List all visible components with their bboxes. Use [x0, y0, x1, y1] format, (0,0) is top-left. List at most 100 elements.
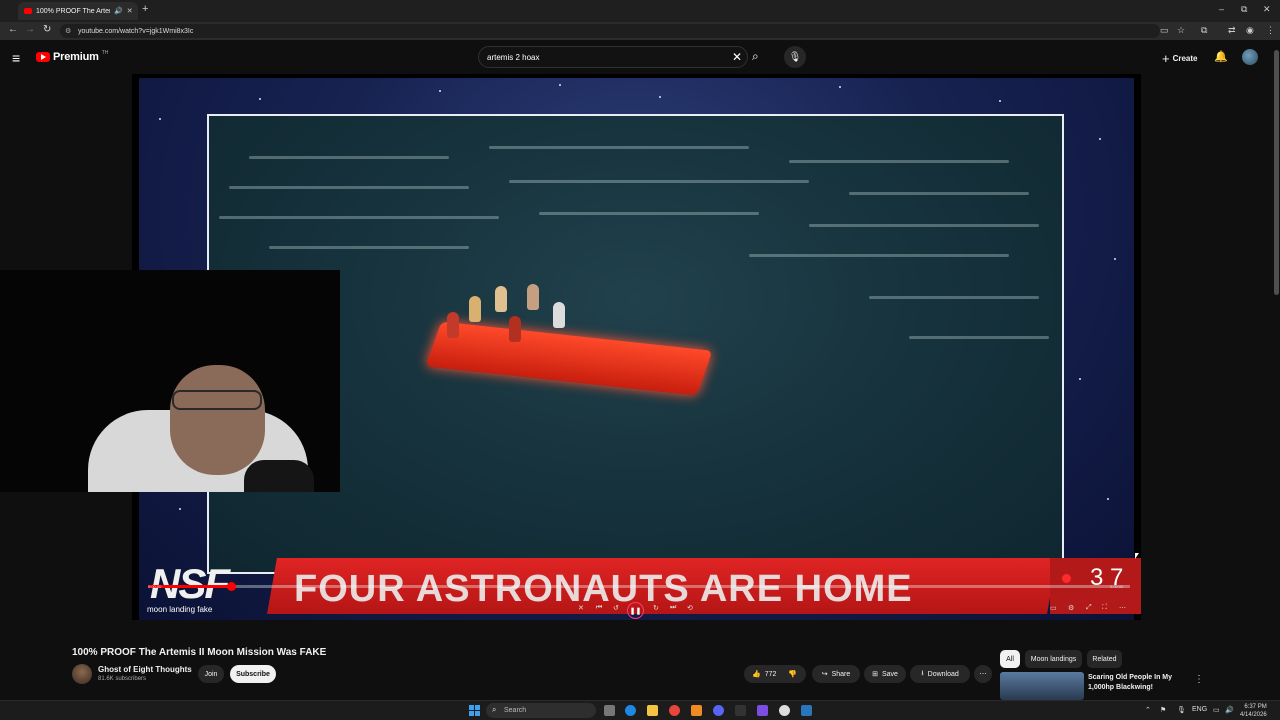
more-actions-button[interactable]: ⋯ — [974, 665, 992, 683]
account-avatar[interactable] — [1242, 49, 1258, 65]
search-icon: ⌕ — [492, 705, 497, 714]
pause-button[interactable]: ❚❚ — [627, 602, 644, 619]
recommendation-more-icon[interactable]: ⋮ — [1194, 674, 1204, 685]
subtitles-icon[interactable]: ▭ — [1050, 604, 1057, 612]
settings-icon[interactable]: ⚙ — [1068, 604, 1074, 612]
subscribe-label: Subscribe — [236, 670, 270, 678]
chrome-icon[interactable] — [669, 705, 680, 716]
chip-moon-landings[interactable]: Moon landings — [1025, 650, 1082, 668]
search-query: artemis 2 hoax — [487, 52, 540, 62]
subscriber-count: 81.6K subscribers — [98, 676, 147, 682]
chip-all[interactable]: All — [1000, 650, 1020, 668]
previous-icon[interactable]: ⏮ — [596, 604, 602, 612]
restore-button[interactable]: ⧉ — [1241, 4, 1247, 15]
app-icon[interactable] — [757, 705, 768, 716]
live-dot-icon — [1062, 574, 1071, 583]
download-icon: ⭳ — [921, 669, 924, 677]
edge-browser-icon[interactable] — [625, 705, 636, 716]
recommendation-thumbnail[interactable] — [1000, 672, 1084, 700]
progress-bar[interactable] — [148, 582, 1130, 591]
tray-icon[interactable]: ⚑ — [1160, 706, 1166, 714]
create-button[interactable]: + Create — [1162, 51, 1198, 66]
forward-button[interactable]: → — [25, 24, 35, 35]
app-icon[interactable] — [691, 705, 702, 716]
app-icon[interactable] — [779, 705, 790, 716]
recommendation-title[interactable]: Scaring Old People In My 1,000hp Blackwi… — [1088, 673, 1188, 693]
extensions-icon[interactable]: ⧉ — [1201, 25, 1207, 36]
site-info-icon[interactable]: ⚙ — [65, 27, 71, 35]
chip-related[interactable]: Related — [1087, 650, 1122, 668]
browser-tabstrip: 100% PROOF The Artemis II 🔊 ✕ + – ⧉ ✕ — [0, 0, 1280, 22]
browser-tab[interactable]: 100% PROOF The Artemis II 🔊 ✕ — [18, 2, 138, 20]
channel-name[interactable]: Ghost of Eight Thoughts — [98, 665, 192, 674]
forward-icon[interactable]: ↻ — [653, 604, 659, 612]
plus-icon: + — [1162, 51, 1170, 66]
youtube-premium-logo[interactable]: Premium TH — [36, 50, 108, 63]
join-label: Join — [204, 670, 218, 678]
chapter-title[interactable]: moon landing fake — [147, 605, 212, 614]
close-window-button[interactable]: ✕ — [1263, 4, 1271, 15]
youtube-logo-icon — [36, 52, 50, 62]
clock-date: 4/14/2026 — [1240, 712, 1267, 718]
file-explorer-icon[interactable] — [647, 705, 658, 716]
minimize-button[interactable]: – — [1219, 4, 1224, 14]
search-icon[interactable]: ⌕ — [752, 49, 759, 64]
install-app-icon[interactable]: ▭ — [1160, 25, 1169, 36]
taskbar-search-input[interactable]: ⌕ Search — [486, 703, 596, 718]
notifications-bell-icon[interactable]: 🔔 — [1214, 50, 1228, 63]
save-button[interactable]: ⊞ Save — [864, 665, 906, 683]
speaker-icon[interactable]: 🔊 — [114, 7, 123, 15]
profile-icon[interactable]: ◉ — [1246, 25, 1254, 36]
chip-label: All — [1006, 655, 1014, 663]
hamburger-menu-icon[interactable]: ≡ — [12, 50, 20, 66]
tab-close-icon[interactable]: ✕ — [127, 7, 133, 15]
search-input[interactable]: artemis 2 hoax — [478, 46, 748, 68]
cast-icon[interactable]: ⇄ — [1228, 25, 1236, 36]
browser-toolbar: ← → ↻ ⚙ youtube.com/watch?v=jgk1Wmi8x3Ic… — [0, 22, 1280, 40]
terminal-icon[interactable] — [735, 705, 746, 716]
next-icon[interactable]: ⏭ — [670, 604, 676, 612]
glasses — [172, 390, 262, 410]
fullscreen-icon[interactable]: ⛶ — [1102, 604, 1107, 612]
subscribe-button[interactable]: Subscribe — [230, 665, 276, 683]
thumbs-down-icon[interactable]: 👎 — [788, 670, 797, 678]
address-bar[interactable]: ⚙ youtube.com/watch?v=jgk1Wmi8x3Ic — [60, 24, 1160, 38]
windows-taskbar: ⌕ Search ⌃ ⚑ 🎙 ENG ▭ 🔊 6:37 PM 4/14/2026 — [0, 700, 1280, 720]
microphone-tray-icon[interactable]: 🎙 — [1177, 706, 1186, 714]
voice-search-mic-icon[interactable]: 🎙 — [784, 46, 806, 68]
bookmark-star-icon[interactable]: ☆ — [1177, 25, 1185, 36]
taskbar-clock[interactable]: 6:37 PM 4/14/2026 — [1240, 703, 1267, 719]
clock-time: 6:37 PM — [1244, 704, 1267, 710]
url-text: youtube.com/watch?v=jgk1Wmi8x3Ic — [78, 27, 194, 35]
download-button[interactable]: ⭳ Download — [910, 665, 970, 683]
astronaut — [447, 312, 459, 338]
clear-search-icon[interactable]: ✕ — [732, 50, 742, 64]
time-total: 0:00:00 — [1110, 584, 1124, 589]
language-indicator[interactable]: ENG — [1192, 706, 1207, 713]
share-button[interactable]: ↪ Share — [812, 665, 860, 683]
shuffle-icon[interactable]: ✕ — [578, 604, 584, 612]
more-options-icon[interactable]: ⋯ — [1119, 604, 1126, 612]
chip-label: Related — [1092, 655, 1117, 663]
network-icon[interactable]: ▭ — [1213, 706, 1220, 714]
miniplayer-icon[interactable]: ⤢ — [1086, 604, 1092, 612]
rewind-icon[interactable]: ↺ — [613, 604, 619, 612]
channel-avatar[interactable] — [72, 664, 92, 684]
discord-icon[interactable] — [713, 705, 724, 716]
tray-chevron-icon[interactable]: ⌃ — [1145, 706, 1151, 714]
steam-icon[interactable] — [801, 705, 812, 716]
astronaut — [553, 302, 565, 328]
browser-menu-icon[interactable]: ⋮ — [1266, 25, 1275, 36]
reload-button[interactable]: ↻ — [43, 24, 51, 35]
new-tab-button[interactable]: + — [142, 3, 148, 15]
join-button[interactable]: Join — [198, 665, 224, 683]
like-button[interactable]: 👍 772 👎 — [744, 665, 806, 683]
windows-start-icon[interactable] — [469, 705, 480, 716]
volume-icon[interactable]: 🔊 — [1225, 706, 1234, 714]
astronaut — [509, 316, 521, 342]
loop-icon[interactable]: ⟲ — [687, 604, 693, 612]
task-view-icon[interactable] — [604, 705, 615, 716]
scrollbar-thumb[interactable] — [1274, 50, 1279, 295]
mouse-cursor-icon — [1135, 553, 1139, 559]
back-button[interactable]: ← — [8, 24, 18, 35]
